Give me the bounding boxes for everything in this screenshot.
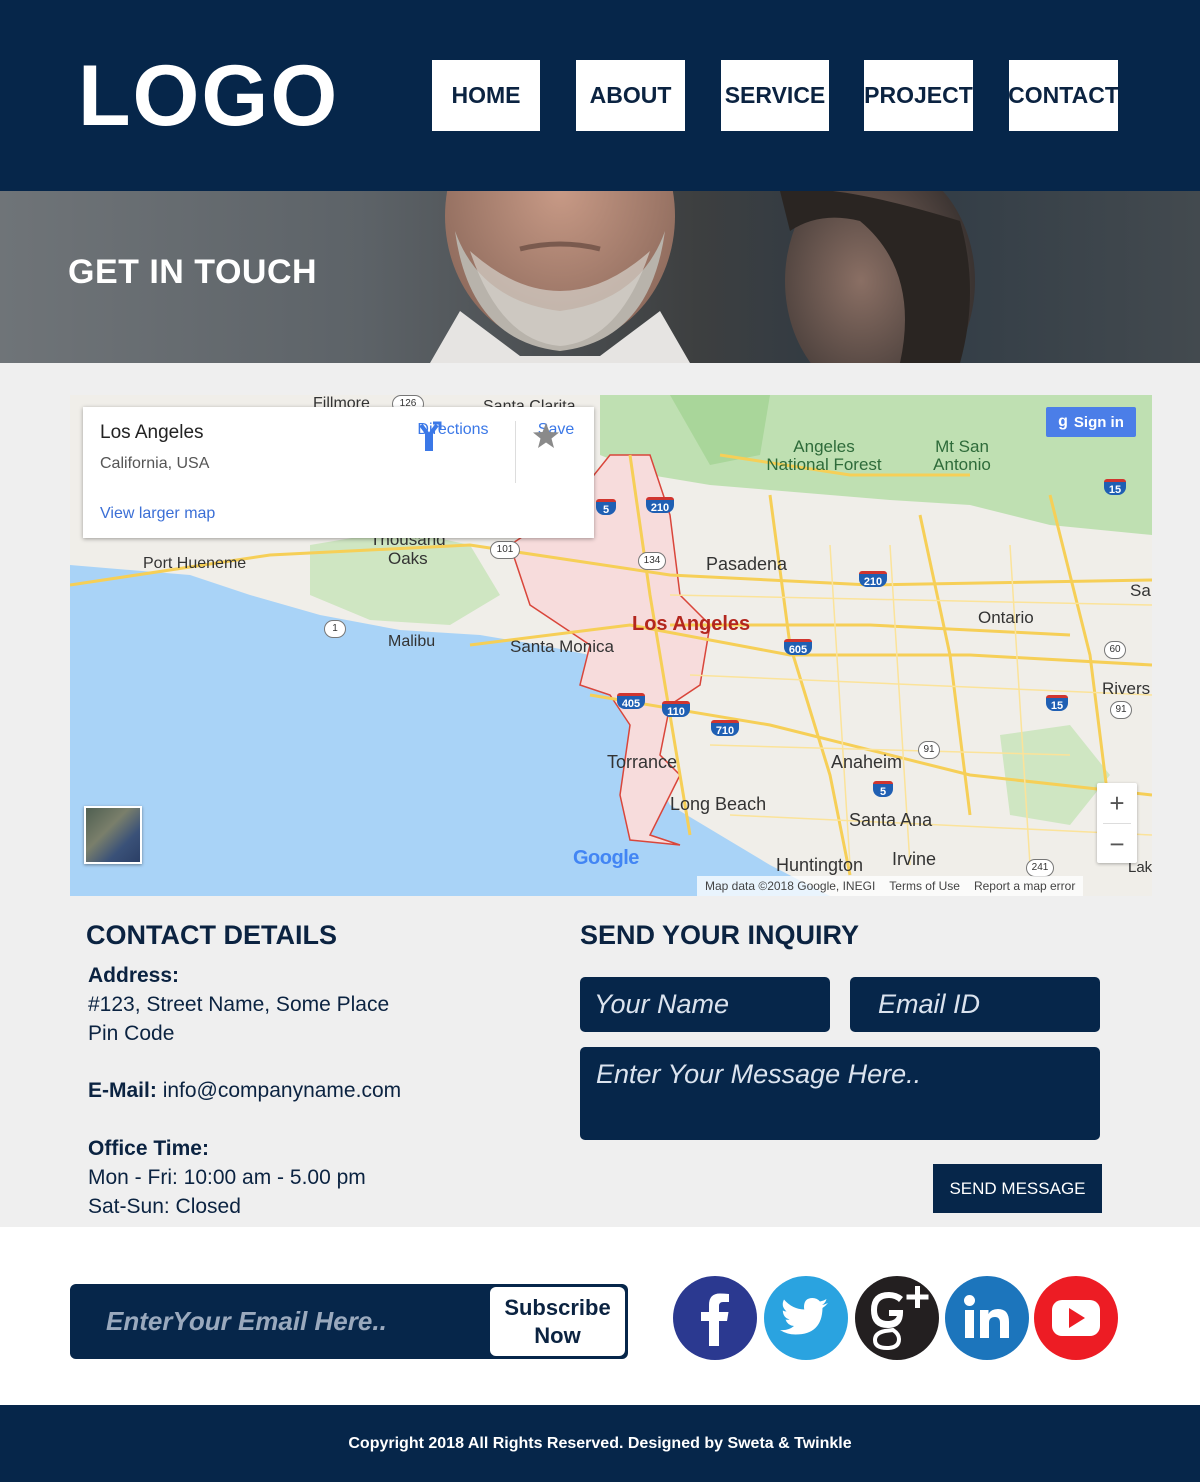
highway-shield: 91 <box>1110 701 1132 719</box>
office-hours-weekday: Mon - Fri: 10:00 am - 5.00 pm <box>88 1166 366 1189</box>
highway-shield: 101 <box>490 541 520 559</box>
zoom-out-button[interactable]: − <box>1097 824 1137 864</box>
nav-contact[interactable]: CONTACT <box>1008 60 1119 131</box>
twitter-icon[interactable] <box>764 1276 848 1360</box>
map-label-long-beach: Long Beach <box>670 794 767 814</box>
highway-shield: 710 <box>711 720 739 737</box>
address-line-2: Pin Code <box>88 1022 175 1045</box>
inquiry-title: SEND YOUR INQUIRY <box>580 920 860 950</box>
email-row: E-Mail: info@companyname.com <box>88 1076 401 1105</box>
linkedin-glyph <box>964 1295 1009 1338</box>
nav-service[interactable]: SERVICE <box>721 60 829 131</box>
save-button[interactable]: Save <box>531 421 581 448</box>
zoom-in-button[interactable]: + <box>1097 783 1137 823</box>
nav-project[interactable]: PROJECT <box>864 60 973 131</box>
subscribe-button[interactable]: Subscribe Now <box>490 1287 625 1356</box>
highway-shield: 5 <box>596 499 616 516</box>
map-label-santa-ana: Santa Ana <box>849 810 933 830</box>
map-label-huntington: Huntington <box>776 855 864 875</box>
twitter-glyph <box>780 1298 828 1335</box>
email-value[interactable]: info@companyname.com <box>163 1079 401 1102</box>
name-input[interactable]: Your Name <box>580 977 830 1032</box>
sign-in-button[interactable]: g Sign in <box>1046 407 1136 437</box>
map-label-riverside: Rivers <box>1102 679 1151 698</box>
highway-shield: 134 <box>638 552 666 570</box>
highway-shield: 605 <box>784 639 812 656</box>
view-larger-map-link[interactable]: View larger map <box>100 505 215 523</box>
address-label: Address: <box>88 964 180 987</box>
email-input[interactable]: Email ID <box>850 977 1100 1032</box>
office-hours-weekend: Sat-Sun: Closed <box>88 1195 241 1218</box>
facebook-icon[interactable] <box>673 1276 757 1360</box>
address-line-1: #123, Street Name, Some Place <box>88 993 390 1016</box>
map-label-san-bernardino: Sa <box>1130 581 1151 600</box>
google-plus-icon[interactable] <box>855 1276 939 1360</box>
highway-shield: 210 <box>646 497 674 514</box>
google-plus-glyph <box>871 1286 929 1351</box>
page-title: GET IN TOUCH <box>68 253 318 291</box>
subscribe-form: EnterYour Email Here.. Subscribe Now <box>70 1284 628 1359</box>
map-label-angeles-forest: Angeles National Forest <box>766 437 882 474</box>
hero-banner: GET IN TOUCH <box>0 191 1200 363</box>
map-info-card: Los Angeles California, USA Directions S… <box>83 407 594 538</box>
highway-shield: 91 <box>918 741 940 759</box>
map-label-los-angeles: Los Angeles <box>632 613 751 635</box>
map-attribution: Map data ©2018 Google, INEGI Terms of Us… <box>697 876 1084 896</box>
report-error-link[interactable]: Report a map error <box>974 879 1075 893</box>
office-label: Office Time: <box>88 1137 209 1160</box>
google-g-icon: g <box>1058 413 1068 430</box>
highway-shield: 110 <box>662 701 690 718</box>
google-logo-text: Google <box>573 847 639 869</box>
star-icon <box>533 423 559 448</box>
highway-shield: 60 <box>1104 641 1126 659</box>
logo[interactable]: LOGO <box>78 50 339 142</box>
map-label-mt-san-antonio: Mt San Antonio <box>933 437 991 474</box>
nav-home[interactable]: HOME <box>432 60 540 131</box>
terms-link[interactable]: Terms of Use <box>889 879 960 893</box>
satellite-toggle[interactable] <box>84 806 142 864</box>
highway-shield: 5 <box>873 781 893 798</box>
map-label-pasadena: Pasadena <box>706 554 788 574</box>
contact-details-title: CONTACT DETAILS <box>86 920 337 950</box>
map-place-region: California, USA <box>100 455 210 472</box>
map-label-santa-monica: Santa Monica <box>510 637 614 656</box>
subscribe-label-2: Now <box>534 1322 581 1348</box>
facebook-glyph <box>701 1293 729 1346</box>
highway-shield: 405 <box>617 693 645 710</box>
site-header: LOGO HOME ABOUT SERVICE PROJECT CONTACT <box>0 0 1200 191</box>
map-label-malibu: Malibu <box>388 633 436 650</box>
map-data-text: Map data ©2018 Google, INEGI <box>705 879 876 893</box>
sign-in-label: Sign in <box>1073 413 1124 431</box>
youtube-glyph <box>1052 1300 1100 1336</box>
card-divider <box>515 421 516 483</box>
highway-shield: 15 <box>1104 479 1126 496</box>
map-place-name: Los Angeles <box>100 422 204 443</box>
highway-shield: 15 <box>1046 695 1068 712</box>
google-logo: Google <box>573 847 639 870</box>
send-message-button[interactable]: SEND MESSAGE <box>933 1164 1102 1213</box>
map-label-torrance: Torrance <box>607 752 678 772</box>
message-textarea[interactable]: Enter Your Message Here.. <box>580 1047 1100 1140</box>
map-embed[interactable]: Fillmore Santa Clarita Angeles National … <box>70 395 1152 896</box>
copyright-text: Copyright 2018 All Rights Reserved. Desi… <box>348 1434 852 1452</box>
highway-shield: 1 <box>324 620 346 638</box>
highway-shield: 210 <box>859 571 887 588</box>
subscribe-email-input[interactable]: EnterYour Email Here.. <box>106 1284 387 1359</box>
email-label: E-Mail: <box>88 1079 157 1102</box>
directions-icon <box>419 421 442 451</box>
map-label-port-hueneme: Port Hueneme <box>143 555 247 572</box>
zoom-control: + − <box>1097 783 1137 863</box>
nav-about[interactable]: ABOUT <box>576 60 685 131</box>
linkedin-icon[interactable] <box>945 1276 1029 1360</box>
map-label-ontario: Ontario <box>978 608 1034 627</box>
subscribe-label-1: Subscribe <box>504 1294 611 1320</box>
youtube-icon[interactable] <box>1034 1276 1118 1360</box>
map-label-irvine: Irvine <box>892 849 937 869</box>
directions-button[interactable]: Directions <box>413 421 493 451</box>
map-label-anaheim: Anaheim <box>831 752 903 772</box>
site-footer: Copyright 2018 All Rights Reserved. Desi… <box>0 1405 1200 1482</box>
highway-shield: 241 <box>1026 859 1054 877</box>
